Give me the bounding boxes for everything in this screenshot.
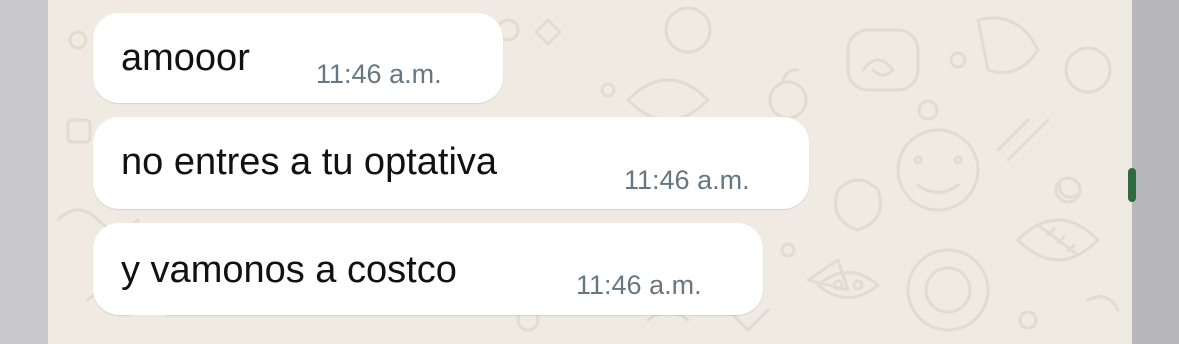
message-timestamp: 11:46 a.m.: [624, 165, 750, 195]
message-timestamp: 11:46 a.m.: [576, 270, 702, 300]
message-bubble[interactable]: no entres a tu optativa 11:46 a.m.: [93, 117, 809, 209]
window-edge: [1132, 0, 1179, 344]
message-bubble[interactable]: amooor 11:46 a.m.: [93, 13, 503, 103]
message-text: amooor: [121, 37, 250, 79]
message-text: y vamonos a costco: [121, 249, 457, 291]
message-text: no entres a tu optativa: [121, 141, 498, 183]
edge-indicator: [1128, 168, 1136, 202]
message-bubble[interactable]: y vamonos a costco 11:46 a.m.: [93, 223, 763, 315]
message-timestamp: 11:46 a.m.: [316, 59, 442, 89]
